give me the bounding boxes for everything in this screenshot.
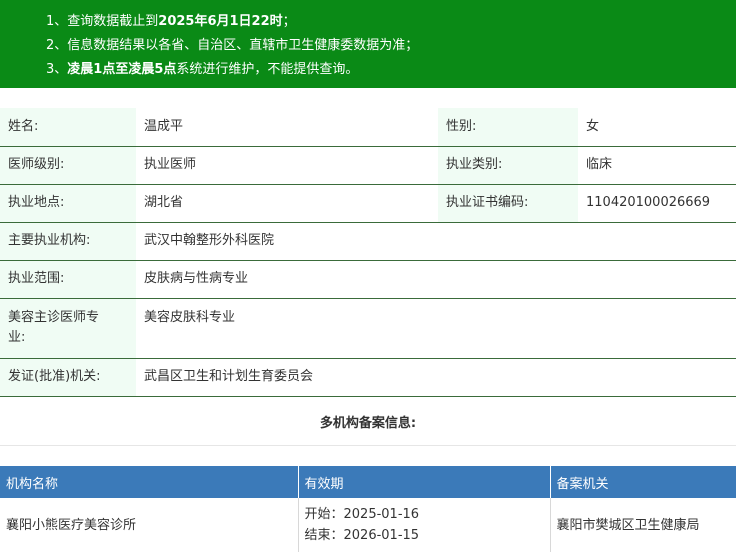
issuer-label: 发证(批准)机关: bbox=[0, 358, 136, 397]
validity-start: 开始：2025-01-16 bbox=[304, 507, 420, 522]
table-row: 襄阳小熊医疗美容诊所 开始：2025-01-16 结束：2026-01-15 襄… bbox=[0, 498, 736, 552]
level-value: 执业医师 bbox=[136, 146, 438, 185]
org-name-cell: 襄阳小熊医疗美容诊所 bbox=[0, 498, 299, 552]
cert-value: 110420100026669 bbox=[578, 184, 736, 223]
validity-end: 结束：2026-01-15 bbox=[304, 528, 420, 543]
name-label: 姓名: bbox=[0, 108, 136, 147]
notice-line-2: 2、信息数据结果以各省、自治区、直辖市卫生健康委数据为准； bbox=[46, 34, 736, 58]
doctor-info-table: 姓名: 温成平 性别: 女 医师级别: 执业医师 执业类别: 临床 执业地点: … bbox=[0, 108, 736, 397]
notice-text: ； bbox=[282, 14, 296, 29]
notice-text: 3、 bbox=[46, 62, 68, 77]
location-value: 湖北省 bbox=[136, 184, 438, 223]
authority-cell: 襄阳市樊城区卫生健康局 bbox=[556, 517, 700, 533]
gender-label: 性别: bbox=[438, 108, 578, 147]
scope-label: 执业范围: bbox=[0, 260, 136, 299]
notice-text: 2、信息数据结果以各省、自治区、直辖市卫生健康委数据为准； bbox=[46, 38, 419, 53]
info-row: 执业地点: 湖北省 执业证书编码: 110420100026669 bbox=[0, 184, 736, 223]
info-row: 美容主诊医师专 业: 美容皮肤科专业 bbox=[0, 298, 736, 359]
location-label: 执业地点: bbox=[0, 184, 136, 223]
cosmetic-label-line: 美容主诊医师专 bbox=[8, 309, 100, 325]
header-validity: 有效期 bbox=[298, 466, 551, 498]
org-label: 主要执业机构: bbox=[0, 222, 136, 261]
validity-cell: 开始：2025-01-16 结束：2026-01-15 bbox=[298, 498, 551, 552]
category-label: 执业类别: bbox=[438, 146, 578, 185]
cosmetic-label-line: 业: bbox=[8, 329, 26, 345]
org-value: 武汉中翰整形外科医院 bbox=[136, 222, 736, 261]
multi-org-table: 机构名称 有效期 备案机关 襄阳小熊医疗美容诊所 开始：2025-01-16 结… bbox=[0, 466, 736, 552]
notice-line-3: 3、凌晨1点至凌晨5点系统进行维护，不能提供查询。 bbox=[46, 58, 736, 82]
level-label: 医师级别: bbox=[0, 146, 136, 185]
info-row: 主要执业机构: 武汉中翰整形外科医院 bbox=[0, 222, 736, 261]
notice-text: 1、查询数据截止到 bbox=[46, 14, 159, 29]
category-value: 临床 bbox=[578, 146, 736, 185]
notice-banner: 1、查询数据截止到2025年6月1日22时； 2、信息数据结果以各省、自治区、直… bbox=[0, 0, 736, 88]
name-value: 温成平 bbox=[136, 108, 438, 147]
info-row: 姓名: 温成平 性别: 女 bbox=[0, 108, 736, 147]
header-org-name: 机构名称 bbox=[0, 466, 299, 498]
notice-line-1: 1、查询数据截止到2025年6月1日22时； bbox=[46, 10, 736, 34]
info-row: 医师级别: 执业医师 执业类别: 临床 bbox=[0, 146, 736, 185]
header-authority: 备案机关 bbox=[550, 466, 736, 498]
table-header-row: 机构名称 有效期 备案机关 bbox=[0, 466, 736, 498]
scope-value: 皮肤病与性病专业 bbox=[136, 260, 736, 299]
cosmetic-value: 美容皮肤科专业 bbox=[136, 298, 736, 359]
gender-value: 女 bbox=[578, 108, 736, 147]
info-row: 发证(批准)机关: 武昌区卫生和计划生育委员会 bbox=[0, 358, 736, 397]
cert-label: 执业证书编码: bbox=[438, 184, 578, 223]
cosmetic-label: 美容主诊医师专 业: bbox=[0, 298, 136, 359]
notice-maintenance-time: 凌晨1点至凌晨5点 bbox=[67, 62, 177, 77]
info-row: 执业范围: 皮肤病与性病专业 bbox=[0, 260, 736, 299]
notice-cutoff-time: 2025年6月1日22时 bbox=[158, 14, 283, 29]
multi-org-title: 多机构备案信息: bbox=[0, 403, 736, 446]
notice-text: 系统进行维护，不能提供查询。 bbox=[176, 62, 359, 77]
issuer-value: 武昌区卫生和计划生育委员会 bbox=[136, 358, 736, 397]
